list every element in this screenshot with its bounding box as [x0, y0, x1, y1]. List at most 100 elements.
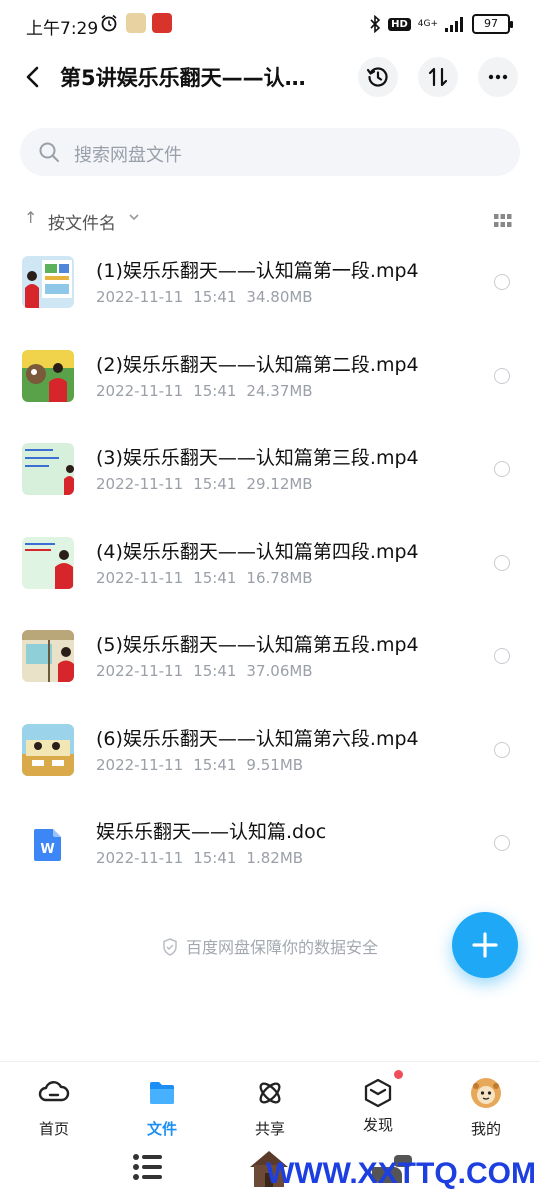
- file-row[interactable]: (3)娱乐乐翻天——认知篇第三段.mp4 2022-11-11 15:41 29.1…: [0, 423, 540, 517]
- sort-bar: ↑ 按文件名: [20, 204, 520, 236]
- select-checkbox[interactable]: [494, 648, 510, 664]
- back-arrow-icon[interactable]: [20, 64, 46, 90]
- system-bar: WWW.XXTTQ.COM: [0, 1139, 540, 1200]
- share-icon: [259, 1082, 281, 1104]
- nav-label: 首页: [38, 1120, 69, 1138]
- file-date: 2022-11-11: [96, 475, 184, 493]
- nav-share[interactable]: 共享: [230, 1076, 310, 1139]
- bluetooth-icon: [370, 15, 381, 33]
- file-date: 2022-11-11: [96, 381, 184, 400]
- discover-icon: [364, 1078, 392, 1108]
- nav-profile[interactable]: 我的: [446, 1076, 526, 1139]
- nav-home[interactable]: 首页: [14, 1076, 94, 1139]
- select-checkbox[interactable]: [494, 367, 510, 384]
- notification-app-icon: [126, 13, 146, 33]
- file-time: 15:41: [193, 849, 237, 867]
- video-thumbnail: [22, 349, 74, 402]
- watermark: WWW.XXTTQ.COM: [266, 1157, 536, 1190]
- file-row[interactable]: (4)娱乐乐翻天——认知篇第四段.mp4 2022-11-11 15:41 16.7…: [0, 517, 540, 611]
- file-size: 34.80MB: [246, 288, 313, 306]
- file-meta: 2022-11-11 15:41 16.78MB: [96, 569, 323, 587]
- video-thumbnail: [22, 630, 74, 682]
- grid-view-icon[interactable]: [494, 214, 512, 228]
- nav-label: 发现: [362, 1116, 393, 1134]
- nav-discover[interactable]: 发现: [338, 1070, 418, 1135]
- top-bar: 第5讲娱乐乐翻天——认知篇: [0, 52, 540, 102]
- avatar-icon: [471, 1078, 501, 1108]
- add-button[interactable]: [452, 912, 518, 978]
- select-checkbox[interactable]: [494, 554, 510, 571]
- select-checkbox[interactable]: [494, 274, 510, 290]
- file-time: 15:41: [193, 568, 237, 587]
- file-row[interactable]: (2)娱乐乐翻天——认知篇第二段.mp4 2022-11-11 15:41 24.3…: [0, 330, 540, 424]
- video-thumbnail: [22, 443, 74, 495]
- signal-icon: [445, 17, 463, 32]
- file-meta: 2022-11-11 15:41 1.82MB: [96, 849, 313, 867]
- file-row[interactable]: W 娱乐乐翻天——认知篇.doc 2022-11-11 15:41 1.82MB: [0, 797, 540, 891]
- file-row[interactable]: (1)娱乐乐翻天——认知篇第一段.mp4 2022-11-11 15:41 34.8…: [0, 236, 540, 330]
- file-size: 29.12MB: [246, 475, 313, 493]
- history-icon: [366, 67, 388, 87]
- search-bar[interactable]: 搜索网盘文件: [20, 128, 520, 176]
- file-time: 15:41: [193, 755, 237, 774]
- select-checkbox[interactable]: [494, 741, 510, 758]
- shield-icon: [163, 938, 177, 956]
- file-row[interactable]: (6)娱乐乐翻天——认知篇第六段.mp4 2022-11-11 15:41 9.51…: [0, 704, 540, 798]
- file-meta: 2022-11-11 15:41 34.80MB: [96, 288, 323, 306]
- video-thumbnail: [22, 256, 74, 308]
- battery-level: 97: [472, 14, 513, 34]
- bottom-nav: 首页 文件 共享 发现 我的: [0, 1061, 540, 1140]
- sort-label[interactable]: 按文件名: [48, 209, 116, 234]
- file-time: 15:41: [193, 381, 237, 400]
- file-name: (5)娱乐乐翻天——认知篇第五段.mp4: [96, 634, 419, 656]
- alarm-icon: [101, 14, 117, 32]
- file-date: 2022-11-11: [96, 755, 184, 774]
- nav-files[interactable]: 文件: [122, 1076, 202, 1139]
- file-name: (2)娱乐乐翻天——认知篇第二段.mp4: [96, 353, 419, 376]
- network-label: 4G+: [417, 18, 438, 29]
- nav-label: 共享: [254, 1120, 285, 1138]
- file-time: 15:41: [193, 288, 237, 306]
- file-meta: 2022-11-11 15:41 37.06MB: [96, 662, 323, 680]
- plus-icon: [472, 932, 498, 958]
- file-date: 2022-11-11: [96, 288, 184, 306]
- video-thumbnail: [22, 723, 74, 776]
- file-name: (1)娱乐乐翻天——认知篇第一段.mp4: [96, 260, 419, 282]
- page-title: 第5讲娱乐乐翻天——认知篇: [60, 66, 325, 90]
- security-text: 百度网盘保障你的数据安全: [185, 938, 378, 957]
- file-row[interactable]: (5)娱乐乐翻天——认知篇第五段.mp4 2022-11-11 15:41 37.0…: [0, 610, 540, 704]
- file-name: (3)娱乐乐翻天——认知篇第三段.mp4: [96, 447, 419, 469]
- file-date: 2022-11-11: [96, 568, 184, 587]
- file-time: 15:41: [193, 475, 237, 493]
- svg-text:W: W: [40, 842, 54, 857]
- select-checkbox[interactable]: [494, 835, 510, 851]
- file-date: 2022-11-11: [96, 662, 184, 680]
- file-size: 37.06MB: [246, 662, 313, 680]
- status-bar: 上午7:29 HD 4G+ 97: [0, 0, 540, 52]
- more-button[interactable]: [478, 57, 518, 97]
- file-meta: 2022-11-11 15:41 24.37MB: [96, 382, 323, 400]
- transfer-button[interactable]: [418, 57, 458, 97]
- notification-badge: [394, 1070, 403, 1079]
- file-date: 2022-11-11: [96, 849, 184, 867]
- doc-file-icon: W: [22, 817, 74, 869]
- notification-app-icon: [152, 13, 172, 33]
- file-name: 娱乐乐翻天——认知篇.doc: [96, 821, 327, 843]
- file-size: 1.82MB: [246, 849, 304, 867]
- nav-label: 我的: [470, 1120, 501, 1138]
- file-meta: 2022-11-11 15:41 29.12MB: [96, 475, 323, 493]
- search-placeholder: 搜索网盘文件: [74, 145, 182, 166]
- nav-label: 文件: [146, 1120, 177, 1138]
- menu-list-icon[interactable]: [130, 1149, 166, 1185]
- video-thumbnail: [22, 536, 74, 589]
- file-list: (1)娱乐乐翻天——认知篇第一段.mp4 2022-11-11 15:41 34.8…: [0, 236, 540, 891]
- chevron-down-icon[interactable]: [128, 212, 140, 222]
- history-button[interactable]: [358, 57, 398, 97]
- status-indicators: HD 4G+ 97: [369, 13, 513, 35]
- status-time: 上午7:29: [26, 19, 99, 39]
- file-size: 24.37MB: [246, 381, 313, 400]
- sort-direction-icon[interactable]: ↑: [24, 208, 37, 227]
- file-name: (4)娱乐乐翻天——认知篇第四段.mp4: [96, 540, 419, 563]
- select-checkbox[interactable]: [494, 461, 510, 477]
- hd-badge: HD: [388, 17, 411, 31]
